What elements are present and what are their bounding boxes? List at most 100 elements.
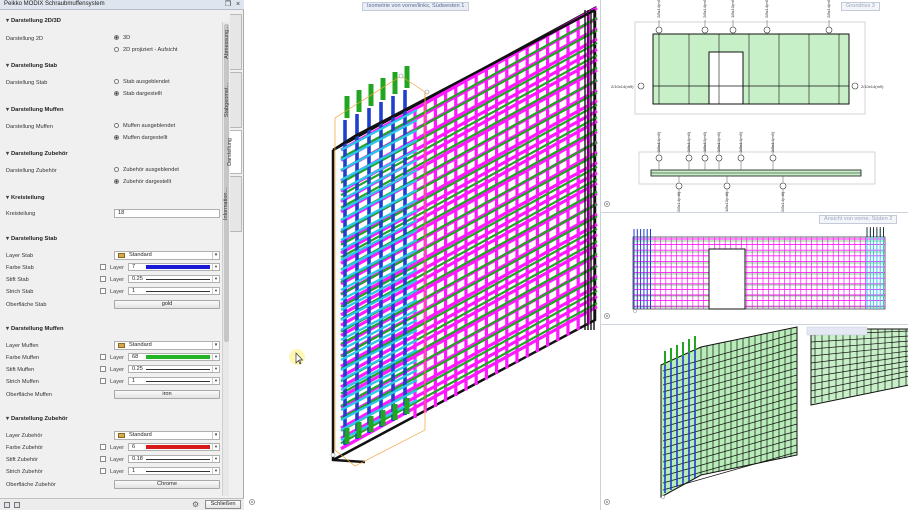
layer-checkbox-stift-zubehoer[interactable] [100, 456, 106, 462]
layer-muffen-dropdown[interactable]: Standard ▾ [114, 341, 220, 350]
section-header-stab[interactable]: ▾ Darstellung Stab [6, 63, 57, 69]
section-header-muffen[interactable]: ▾ Darstellung Muffen [6, 107, 64, 113]
close-button[interactable]: Schließen [205, 500, 241, 509]
radio-stab-dargestellt[interactable]: Stab dargestellt [114, 91, 162, 97]
bar-label: 2/8x14(m9) [780, 191, 785, 212]
section-header-stab-style[interactable]: ▾ Darstellung Stab [6, 236, 57, 242]
label-layer-muffen: Layer Muffen [6, 343, 39, 349]
label-stift-muffen: Stift Muffen [6, 367, 35, 373]
isometric-rebar-drawing [330, 5, 598, 467]
viewport-plan[interactable]: Grundriss 3 2/8x14(m9) 2/8x14(m9) 1/8x10(m… [600, 0, 908, 212]
bar-label: 2/8x14(m9) [716, 131, 721, 152]
strich-muffen-dropdown[interactable]: 1 ▾ [128, 377, 220, 385]
label-stift-zubehoer: Stift Zubehör [6, 457, 39, 463]
label-darstellung-zubehoer: Darstellung Zubehör [6, 168, 57, 174]
palette-titlebar[interactable]: Peikko MODIX Schraubmuffensystem ❒ × [0, 0, 244, 10]
viewport-3d-small[interactable] [600, 324, 908, 510]
viewport-settings-icon[interactable] [249, 499, 255, 505]
layer-zubehoer-dropdown[interactable]: Standard ▾ [114, 431, 220, 440]
viewport-settings-icon[interactable] [604, 313, 610, 319]
grip-point [633, 309, 637, 313]
tab-information[interactable]: Information... [223, 176, 242, 232]
oberflaeche-zubehoer-button[interactable]: Chrome [114, 480, 220, 489]
label-darstellung-stab: Darstellung Stab [6, 80, 48, 86]
close-icon[interactable]: × [234, 1, 242, 9]
position-bubble [685, 154, 693, 162]
gear-icon[interactable]: ⚙ [192, 500, 199, 509]
radio-zubehoer-dargestellt[interactable]: Zubehör dargestellt [114, 179, 171, 185]
plan-drawing: 2/8x14(m9) 2/8x14(m9) 1/8x10(m9) 2/8x14(m9)… [611, 0, 884, 212]
palette-title: Peikko MODIX Schraubmuffensystem [4, 1, 105, 7]
viewport-settings-icon[interactable] [604, 201, 610, 207]
tab-darstellung[interactable]: Darstellung [227, 130, 242, 174]
layer-icon [118, 253, 125, 258]
layer-checkbox-farbe-muffen[interactable] [100, 354, 106, 360]
radio-muffen-ausgeblendet[interactable]: Muffen ausgeblendet [114, 123, 175, 129]
label-farbe-muffen: Farbe Muffen [6, 355, 40, 361]
section-header-kreisteilung[interactable]: ▾ Kreisteilung [6, 195, 45, 201]
viewport-isometric[interactable]: Isometrie von vorne/links, Südwesten 1 [245, 0, 600, 510]
layer-checkbox-strich-stab[interactable] [100, 288, 106, 294]
layer-word: Layer [110, 469, 124, 475]
oberflaeche-stab-button[interactable]: gold [114, 300, 220, 309]
door-opening [708, 248, 746, 310]
bar-label: 2/8x14(m9) [826, 0, 831, 18]
chevron-down-icon: ▾ [212, 342, 219, 349]
section-header-muffen-style[interactable]: ▾ Darstellung Muffen [6, 326, 64, 332]
layer-checkbox-strich-muffen[interactable] [100, 378, 106, 384]
layer-checkbox-farbe-stab[interactable] [100, 264, 106, 270]
bar-label: 1/8x10(m9) [702, 131, 707, 152]
layer-word: Layer [110, 289, 124, 295]
kreisteilung-input[interactable]: 18 [114, 209, 220, 218]
strich-stab-dropdown[interactable]: 1 ▾ [128, 287, 220, 295]
bar-label: 2/8x14(m9) [770, 131, 775, 152]
position-bubble [701, 26, 709, 34]
tab-stabgeometrie[interactable]: Stabgeomet... [224, 72, 242, 128]
layer-checkbox-stift-stab[interactable] [100, 276, 106, 282]
favorites-icon[interactable] [4, 502, 10, 508]
viewport-settings-icon[interactable] [604, 499, 610, 505]
layer-checkbox-strich-zubehoer[interactable] [100, 468, 106, 474]
layer-word: Layer [110, 367, 124, 373]
mouse-cursor [289, 349, 305, 365]
label-layer-stab: Layer Stab [6, 253, 34, 259]
section-header-zubehoer[interactable]: ▾ Darstellung Zubehör [6, 151, 68, 157]
strich-zubehoer-dropdown[interactable]: 1 ▾ [128, 467, 220, 475]
farbe-stab-dropdown[interactable]: 7 ▾ [128, 263, 220, 271]
position-bubble [655, 154, 663, 162]
farbe-muffen-dropdown[interactable]: 68 ▾ [128, 353, 220, 361]
chevron-down-icon: ▾ [212, 444, 219, 450]
position-bubble [851, 82, 859, 90]
viewport-front[interactable]: Ansicht von vorne, Süden 2 [600, 212, 908, 324]
radio-3d[interactable]: 3D [114, 35, 130, 41]
radio-stab-ausgeblendet[interactable]: Stab ausgeblendet [114, 79, 170, 85]
position-bubble [655, 26, 663, 34]
farbe-zubehoer-dropdown[interactable]: 6 ▾ [128, 443, 220, 451]
oberflaeche-muffen-button[interactable]: iron [114, 390, 220, 399]
stift-stab-dropdown[interactable]: 0.25 ▾ [128, 275, 220, 283]
stift-zubehoer-dropdown[interactable]: 0.18 ▾ [128, 455, 220, 463]
chevron-down-icon: ▾ [212, 252, 219, 259]
section-header-2d3d[interactable]: ▾ Darstellung 2D/3D [6, 18, 61, 24]
label-darstellung-2d: Darstellung 2D [6, 36, 43, 42]
pin-icon[interactable]: ❒ [224, 1, 232, 9]
radio-zubehoer-ausgeblendet[interactable]: Zubehör ausgeblendet [114, 167, 179, 173]
bar-label: 2/8x14(m9) [702, 0, 707, 18]
layer-icon [118, 343, 125, 348]
label-oberflaeche-zubehoer: Oberfläche Zubehör [6, 482, 56, 488]
layer-checkbox-stift-muffen[interactable] [100, 366, 106, 372]
position-bubble [825, 26, 833, 34]
radio-muffen-dargestellt[interactable]: Muffen dargestellt [114, 135, 167, 141]
layer-word: Layer [110, 277, 124, 283]
radio-2d-projiziert[interactable]: 2D projiziert - Aufsicht [114, 47, 177, 53]
section-header-zubehoer-style[interactable]: ▾ Darstellung Zubehör [6, 416, 68, 422]
scrollbar-thumb[interactable] [224, 24, 229, 342]
tab-abmessung[interactable]: Abmessung... [224, 14, 242, 70]
layer-checkbox-farbe-zubehoer[interactable] [100, 444, 106, 450]
chevron-down-icon: ▾ [212, 378, 219, 384]
layer-stab-dropdown[interactable]: Standard ▾ [114, 251, 220, 260]
label-strich-muffen: Strich Muffen [6, 379, 39, 385]
save-favorite-icon[interactable] [14, 502, 20, 508]
bar-label: 2/8x14(m9) [656, 0, 661, 18]
stift-muffen-dropdown[interactable]: 0.25 ▾ [128, 365, 220, 373]
